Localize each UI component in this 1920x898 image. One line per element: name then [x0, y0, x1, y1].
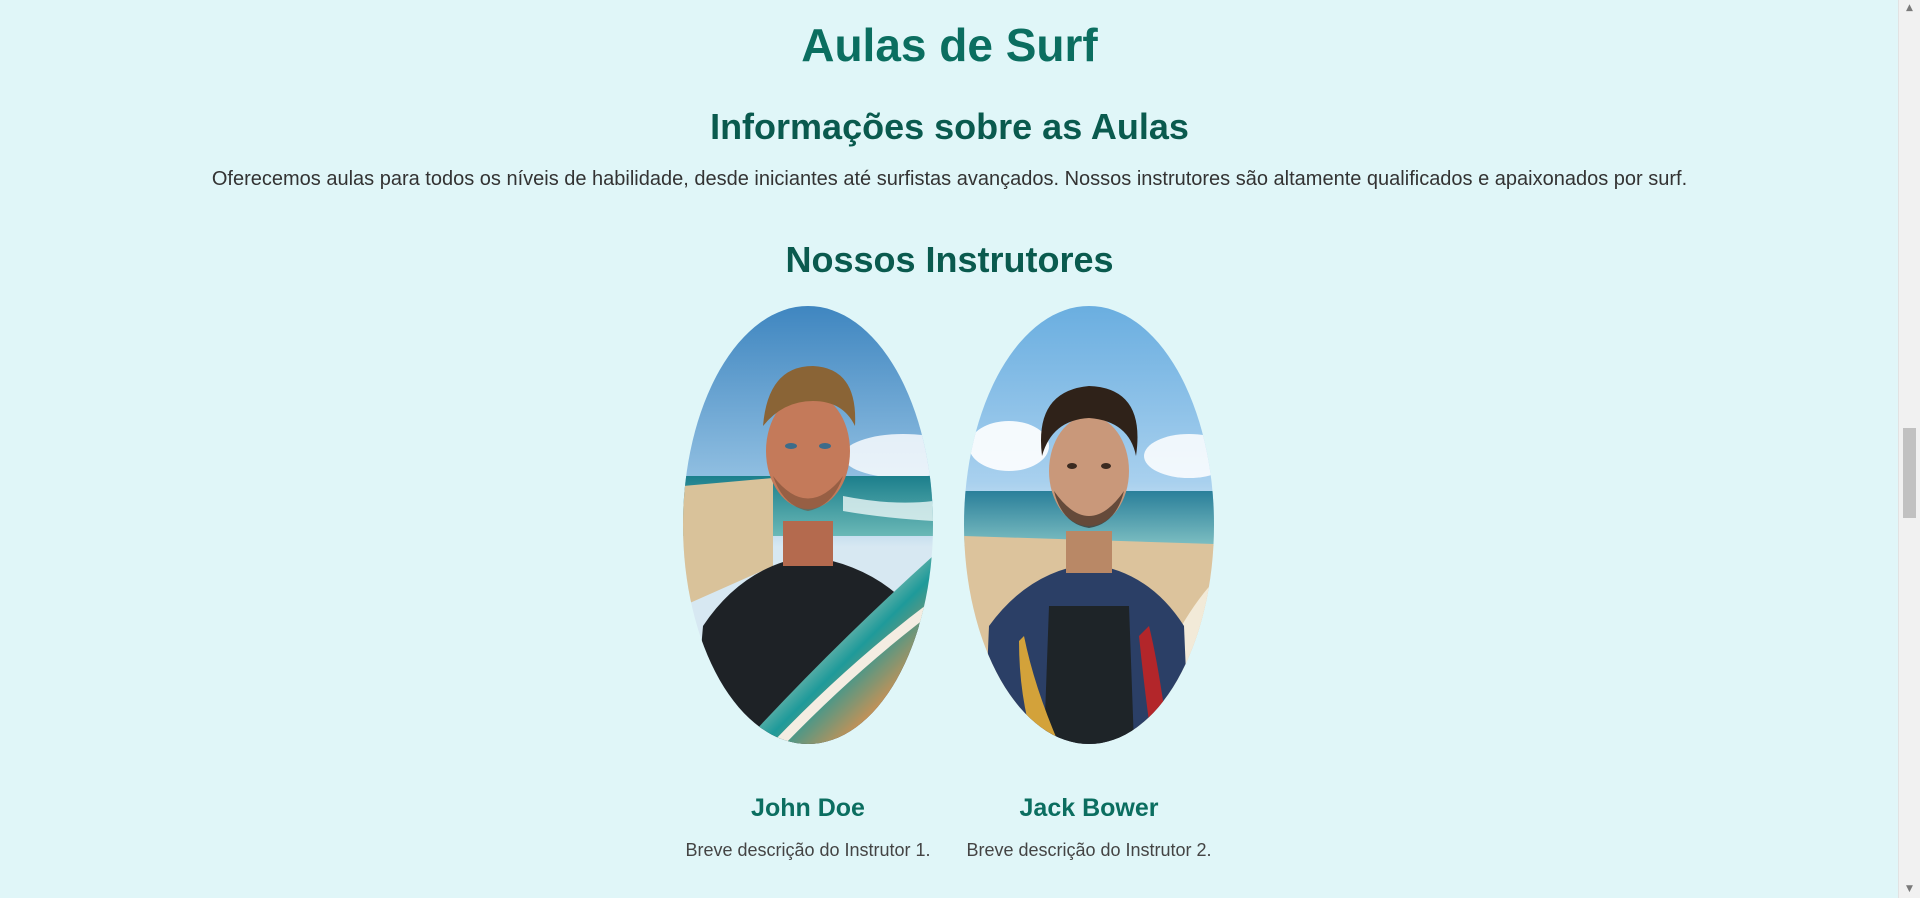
instructor-description: Breve descrição do Instrutor 1.: [685, 840, 931, 860]
info-text: Oferecemos aulas para todos os níveis de…: [211, 168, 1688, 190]
chevron-up-icon[interactable]: ▲: [1899, 0, 1920, 17]
page-title: Aulas de Surf: [801, 19, 1098, 71]
page: Aulas de Surf Informações sobre as Aulas…: [0, 0, 1899, 898]
instructor-card: Jack Bower Breve descrição do Instrutor …: [944, 306, 1234, 861]
instructor-card: John Doe Breve descrição do Instrutor 1.: [663, 306, 953, 861]
instructor-photo: [683, 306, 933, 744]
chevron-down-icon[interactable]: ▼: [1899, 881, 1920, 898]
instructor-name: John Doe: [751, 794, 865, 822]
info-heading: Informações sobre as Aulas: [710, 106, 1189, 147]
instructors-heading: Nossos Instrutores: [785, 239, 1114, 280]
vertical-scrollbar[interactable]: ▲ ▼: [1898, 0, 1920, 898]
instructor-name: Jack Bower: [1019, 794, 1159, 822]
scrollbar-thumb[interactable]: [1903, 428, 1916, 518]
instructor-description: Breve descrição do Instrutor 2.: [966, 840, 1212, 860]
instructor-photo: [964, 306, 1214, 744]
